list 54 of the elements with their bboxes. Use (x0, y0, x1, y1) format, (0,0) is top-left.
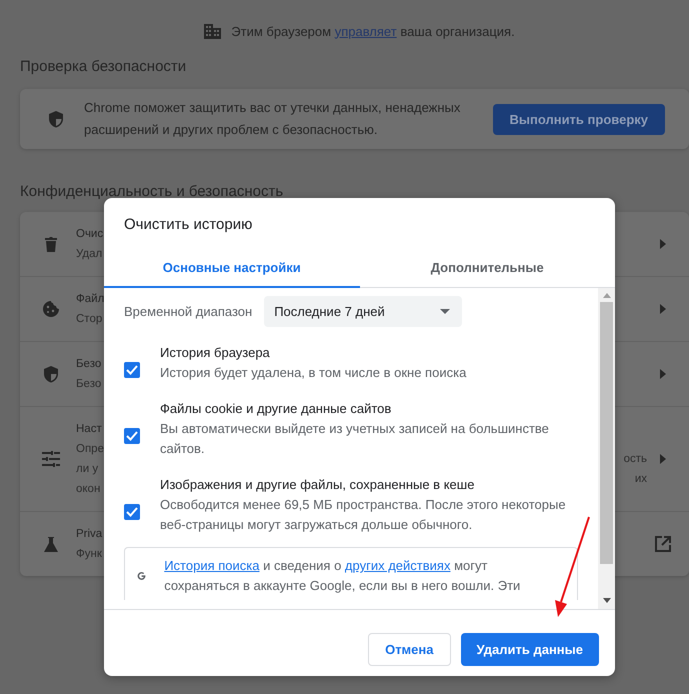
run-check-button[interactable]: Выполнить проверку (492, 104, 665, 134)
row-description: окон (76, 482, 100, 497)
option-description: Вы автоматически выйдете из учетных записей на большинстве сайтов. (160, 420, 550, 458)
checkbox[interactable] (124, 362, 140, 378)
cancel-button[interactable]: Отмена (368, 633, 450, 666)
checkbox[interactable] (124, 504, 140, 520)
dialog-title: Очистить историю (123, 215, 254, 235)
row-description: Функ (76, 547, 102, 562)
row-description: Стор (76, 312, 102, 327)
option-title: Файлы cookie и другие данные сайтов (160, 400, 392, 418)
row-title: Наст (76, 422, 102, 437)
shield-check-icon (48, 110, 64, 128)
safety-check-description: Chrome поможет защитить вас от утечки данных, ненадежных расширений и других проблем с безопасностью. (84, 99, 462, 139)
scroll-down-icon[interactable] (602, 598, 610, 603)
link[interactable]: История поиска (164, 558, 260, 573)
section-heading: Проверка безопасности (19, 57, 188, 75)
scrollbar-thumb[interactable] (600, 302, 613, 564)
option-description: История будет удалена, в том числе в окне поиска (160, 364, 466, 382)
chevron-icon[interactable] (660, 369, 666, 379)
row-title: Файл (76, 292, 104, 307)
time-range-label: Временной диапазон (124, 304, 252, 319)
row-title: Очис (76, 227, 104, 242)
option-description: Освободится менее 69,5 МБ пространства. После этого некоторые веб-страницы могут загружаться дольше обычного. (160, 496, 567, 534)
section-heading: Конфиденциальность и безопасность (19, 182, 284, 200)
chevron-icon[interactable] (660, 239, 666, 249)
row-description: ость (624, 452, 647, 467)
flask-icon (43, 536, 59, 552)
tab[interactable]: Дополнительные (360, 250, 615, 288)
building-icon (204, 24, 222, 38)
managed-notice: Этим браузером управляет ваша организация. (231, 24, 515, 38)
chevron-icon[interactable] (660, 304, 666, 314)
scroll-up-icon[interactable] (602, 293, 610, 298)
sliders-icon (42, 451, 60, 467)
trash-icon (44, 236, 58, 252)
google-note-text: История поиска и сведения о других действиях могут сохраняться в аккаунте Google, если вы в него вошли. Эти (164, 557, 522, 595)
row-title: Безо (76, 357, 102, 372)
row-description: Удал (76, 247, 102, 262)
dropdown-caret-icon (440, 309, 450, 314)
time-range-dropdown[interactable]: Последние 7 дней (264, 296, 462, 327)
row-description: их (634, 472, 647, 487)
row-description: Безо (76, 377, 102, 392)
delete-data-button[interactable]: Удалить данные (460, 633, 599, 666)
option-title: Изображения и другие файлы, сохраненные в кеше (160, 476, 474, 494)
tab[interactable]: Основные настройки (104, 250, 360, 288)
external-link-icon[interactable] (655, 536, 671, 552)
option-title: История браузера (160, 344, 270, 362)
cookie-icon (42, 300, 60, 318)
link[interactable]: других действиях (344, 558, 450, 573)
checkbox[interactable] (124, 428, 140, 444)
row-description: Опре (76, 442, 104, 457)
shield-icon (43, 365, 59, 383)
row-title: Priva (76, 527, 102, 542)
chevron-icon[interactable] (660, 454, 666, 464)
row-description: ли у (76, 462, 98, 477)
